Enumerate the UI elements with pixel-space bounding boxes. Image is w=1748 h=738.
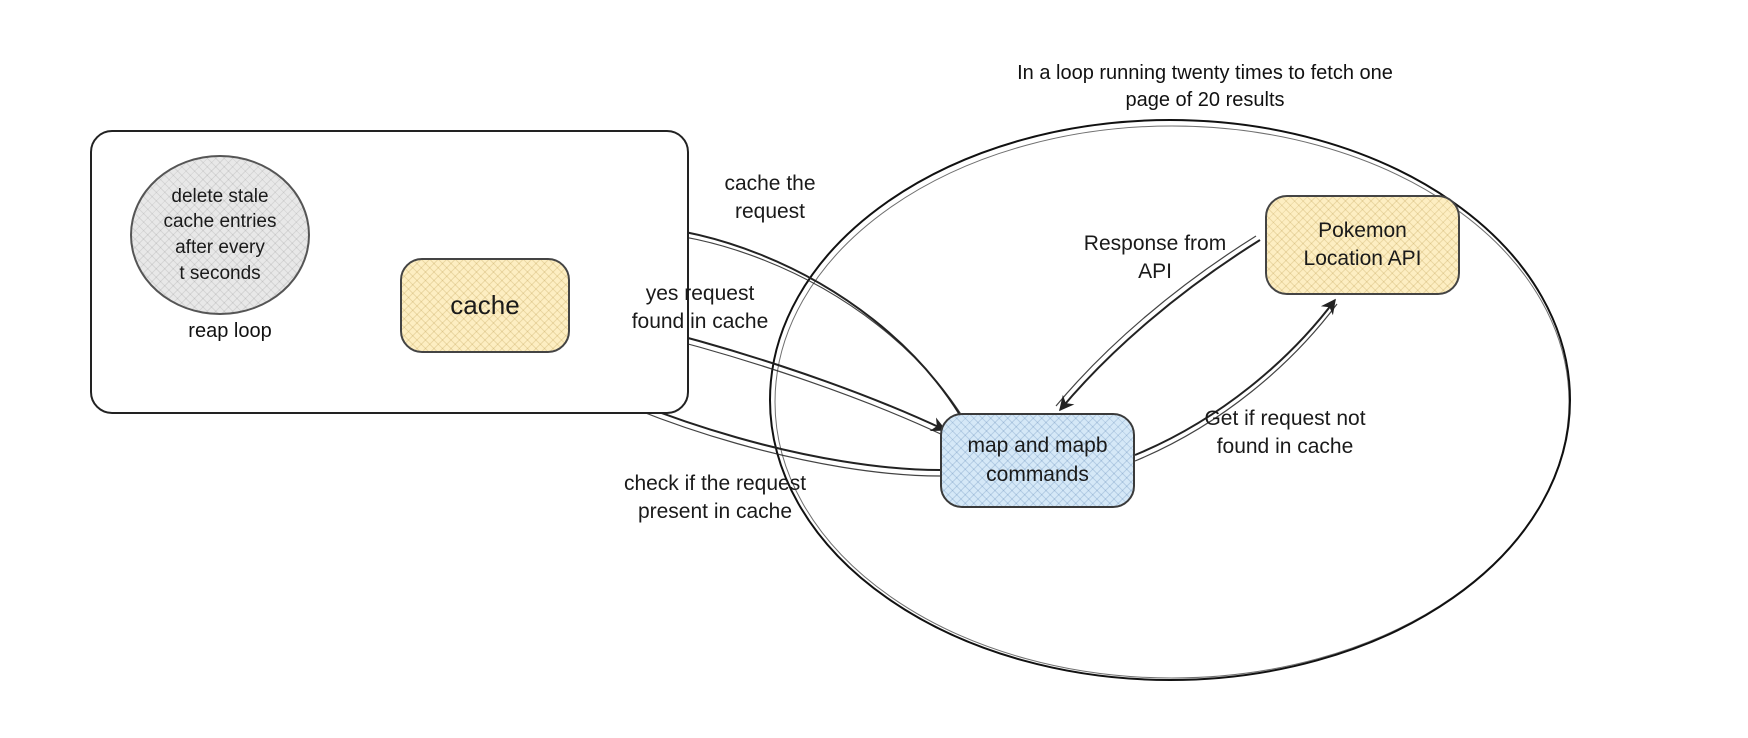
commands-node: map and mapb commands: [940, 413, 1135, 508]
label-check-present: check if the request present in cache: [580, 470, 850, 527]
diagram-stage: { "loop_caption": "In a loop running twe…: [0, 0, 1748, 738]
api-node: Pokemon Location API: [1265, 195, 1460, 295]
api-label: Pokemon Location API: [1304, 217, 1422, 274]
label-get-if-not-found: Get if request not found in cache: [1160, 405, 1410, 462]
edge-response-from-api: [1056, 236, 1260, 410]
reap-loop-text: delete stale cache entries after every t…: [163, 184, 276, 287]
cache-label: cache: [450, 288, 519, 323]
reap-loop-node: delete stale cache entries after every t…: [130, 155, 310, 315]
edge-get-if-not-found: [1135, 300, 1337, 461]
loop-caption: In a loop running twenty times to fetch …: [970, 60, 1440, 114]
label-cache-the-request: cache the request: [685, 170, 855, 227]
commands-label: map and mapb commands: [967, 432, 1107, 489]
cache-node: cache: [400, 258, 570, 353]
label-response-from-api: Response from API: [1060, 230, 1250, 287]
